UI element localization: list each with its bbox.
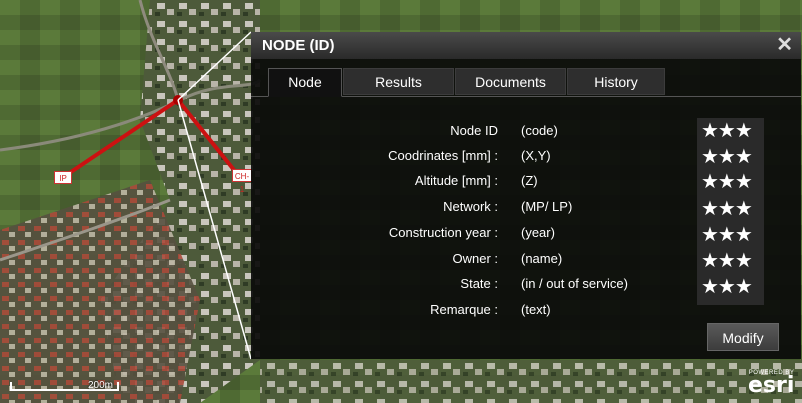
- field-label: Construction year :: [388, 225, 498, 240]
- field-label: Altitude [mm] :: [414, 173, 498, 188]
- tab-bar: Node Results Documents History: [251, 68, 801, 97]
- field-label: Owner :: [452, 251, 498, 266]
- map-marker-ip[interactable]: IP: [54, 171, 72, 184]
- popup-header: NODE (ID) ✕: [251, 32, 801, 59]
- field-network: Network : (MP/ LP): [251, 199, 691, 223]
- field-coordinates: Coodrinates [mm] : (X,Y): [251, 148, 691, 172]
- field-owner: Owner : (name): [251, 251, 691, 275]
- field-label: Remarque :: [430, 302, 498, 317]
- rating-stars[interactable]: ★★★: [701, 171, 753, 193]
- field-state: State : (in / out of service): [251, 276, 691, 300]
- field-value: (MP/ LP): [521, 199, 573, 214]
- field-label: Coodrinates [mm] :: [388, 148, 498, 163]
- esri-logo: esri: [748, 373, 795, 398]
- esri-attribution[interactable]: POWERED BY esri: [748, 370, 794, 397]
- rating-stars[interactable]: ★★★: [701, 120, 753, 142]
- field-value: (text): [521, 302, 551, 317]
- node-info-popup: NODE (ID) ✕ Node Results Documents Histo…: [251, 32, 801, 359]
- map-marker-ch[interactable]: CH-1: [232, 169, 252, 194]
- field-value: (year): [521, 225, 555, 240]
- tab-documents[interactable]: Documents: [455, 68, 566, 95]
- field-label: State :: [460, 276, 498, 291]
- field-label: Network :: [443, 199, 498, 214]
- field-remarque: Remarque : (text): [251, 302, 691, 326]
- rating-stars[interactable]: ★★★: [701, 198, 753, 220]
- modify-button[interactable]: Modify: [707, 323, 779, 351]
- rating-panel: ★★★ ★★★ ★★★ ★★★ ★★★ ★★★ ★★★: [697, 118, 764, 305]
- tab-node[interactable]: Node: [268, 68, 342, 97]
- tab-history[interactable]: History: [567, 68, 665, 95]
- rating-stars[interactable]: ★★★: [701, 224, 753, 246]
- field-node-id: Node ID (code): [251, 123, 691, 147]
- field-value: (Z): [521, 173, 538, 188]
- field-value: (X,Y): [521, 148, 551, 163]
- popup-title: NODE (ID): [262, 37, 335, 54]
- field-value: (in / out of service): [521, 276, 628, 291]
- field-value: (code): [521, 123, 558, 138]
- scale-label: 200m: [88, 380, 114, 391]
- field-label: Node ID: [450, 123, 498, 138]
- field-value: (name): [521, 251, 563, 266]
- field-altitude: Altitude [mm] : (Z): [251, 173, 691, 197]
- close-icon[interactable]: ✕: [776, 33, 793, 57]
- rating-stars[interactable]: ★★★: [701, 250, 753, 272]
- tab-results[interactable]: Results: [343, 68, 454, 95]
- field-construction-year: Construction year : (year): [251, 225, 691, 249]
- rating-stars[interactable]: ★★★: [701, 146, 753, 168]
- rating-stars[interactable]: ★★★: [701, 276, 753, 298]
